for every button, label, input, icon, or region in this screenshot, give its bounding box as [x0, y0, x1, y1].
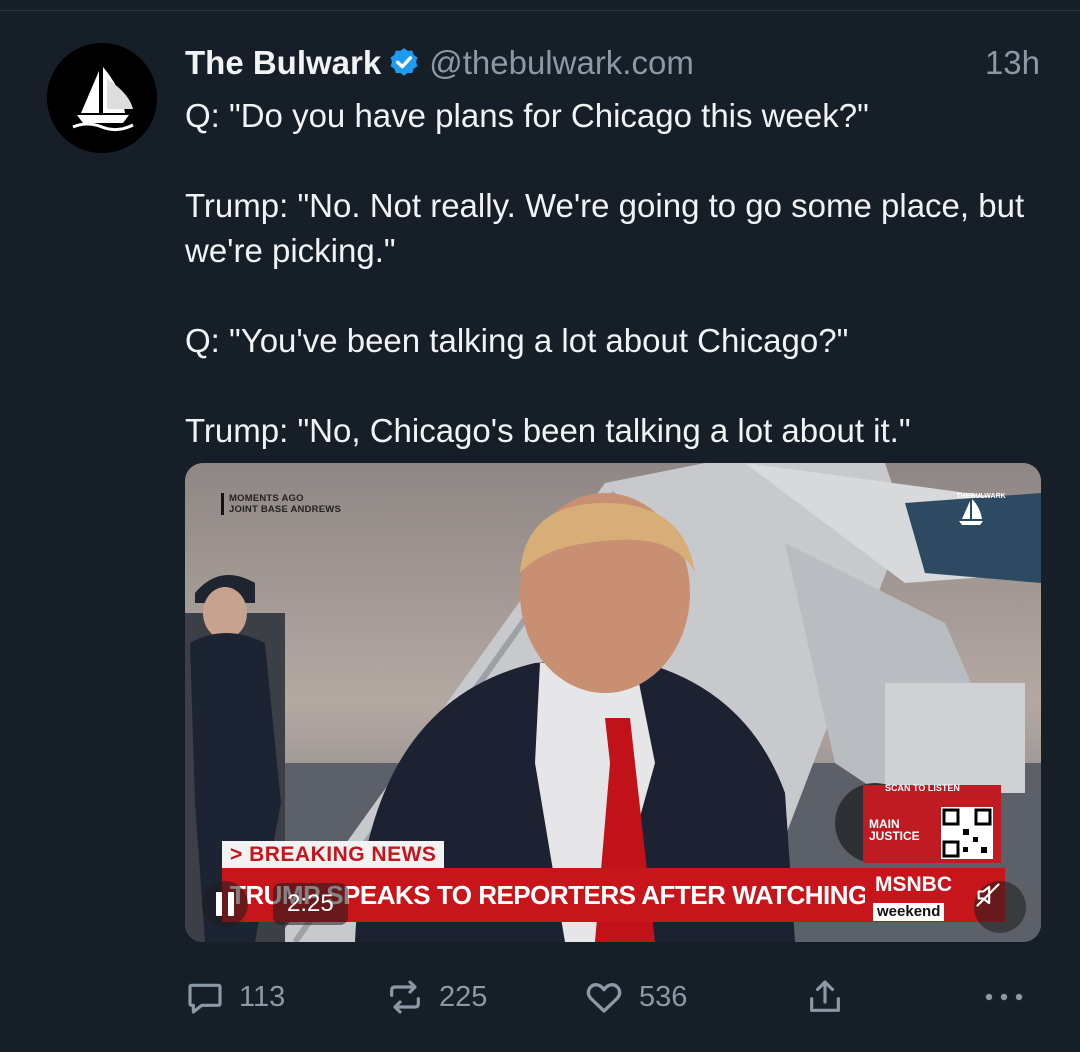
author-handle[interactable]: @thebulwark.com [429, 44, 694, 82]
breaking-news-label: > BREAKING NEWS [222, 841, 445, 869]
reply-button[interactable]: 113 [185, 972, 285, 1022]
watermark-logo: THEBULWARK [951, 493, 1011, 525]
mute-button[interactable] [974, 881, 1026, 933]
post-paragraph: Q: "You've been talking a lot about Chic… [185, 322, 849, 359]
pause-icon [216, 892, 222, 916]
repost-button[interactable]: 225 [385, 972, 487, 1022]
video-player[interactable]: MOMENTS AGO JOINT BASE ANDREWS THEBULWAR… [185, 463, 1041, 942]
ship-logo-icon [47, 43, 157, 153]
podcast-title: MAIN JUSTICE [869, 817, 920, 843]
network-logo: MSNBC [875, 873, 952, 896]
more-icon [985, 993, 1023, 1001]
ship-logo-icon [959, 499, 983, 525]
share-icon [810, 980, 840, 1012]
like-button[interactable]: 536 [583, 972, 687, 1022]
post-header: The Bulwark @thebulwark.com [185, 40, 694, 86]
action-bar: 113 225 536 [185, 972, 1045, 1022]
repost-icon [390, 980, 420, 1014]
post-paragraph: Trump: "No. Not really. We're going to g… [185, 187, 1025, 269]
location-bug: MOMENTS AGO JOINT BASE ANDREWS [221, 493, 341, 515]
avatar[interactable] [47, 43, 157, 153]
post-text: Q: "Do you have plans for Chicago this w… [185, 93, 1055, 453]
like-count: 536 [639, 980, 688, 1013]
repost-count: 225 [439, 980, 488, 1013]
post-timestamp[interactable]: 13h [985, 40, 1040, 86]
reply-icon [188, 983, 222, 1014]
post-paragraph: Trump: "No, Chicago's been talking a lot… [185, 412, 911, 449]
show-logo: weekend [873, 903, 945, 921]
mute-icon [976, 883, 1000, 907]
reply-count: 113 [239, 980, 286, 1013]
verified-badge-icon [390, 48, 418, 76]
qr-label: SCAN TO LISTEN [885, 783, 960, 793]
like-icon [586, 983, 622, 1013]
author-name[interactable]: The Bulwark [185, 44, 381, 82]
qr-code [941, 807, 993, 859]
share-button[interactable] [805, 972, 859, 1022]
video-duration: 2:25 [273, 883, 348, 925]
divider [0, 10, 1080, 11]
post-paragraph: Q: "Do you have plans for Chicago this w… [185, 97, 869, 134]
more-button[interactable] [983, 972, 1039, 1022]
pause-button[interactable] [202, 881, 248, 927]
